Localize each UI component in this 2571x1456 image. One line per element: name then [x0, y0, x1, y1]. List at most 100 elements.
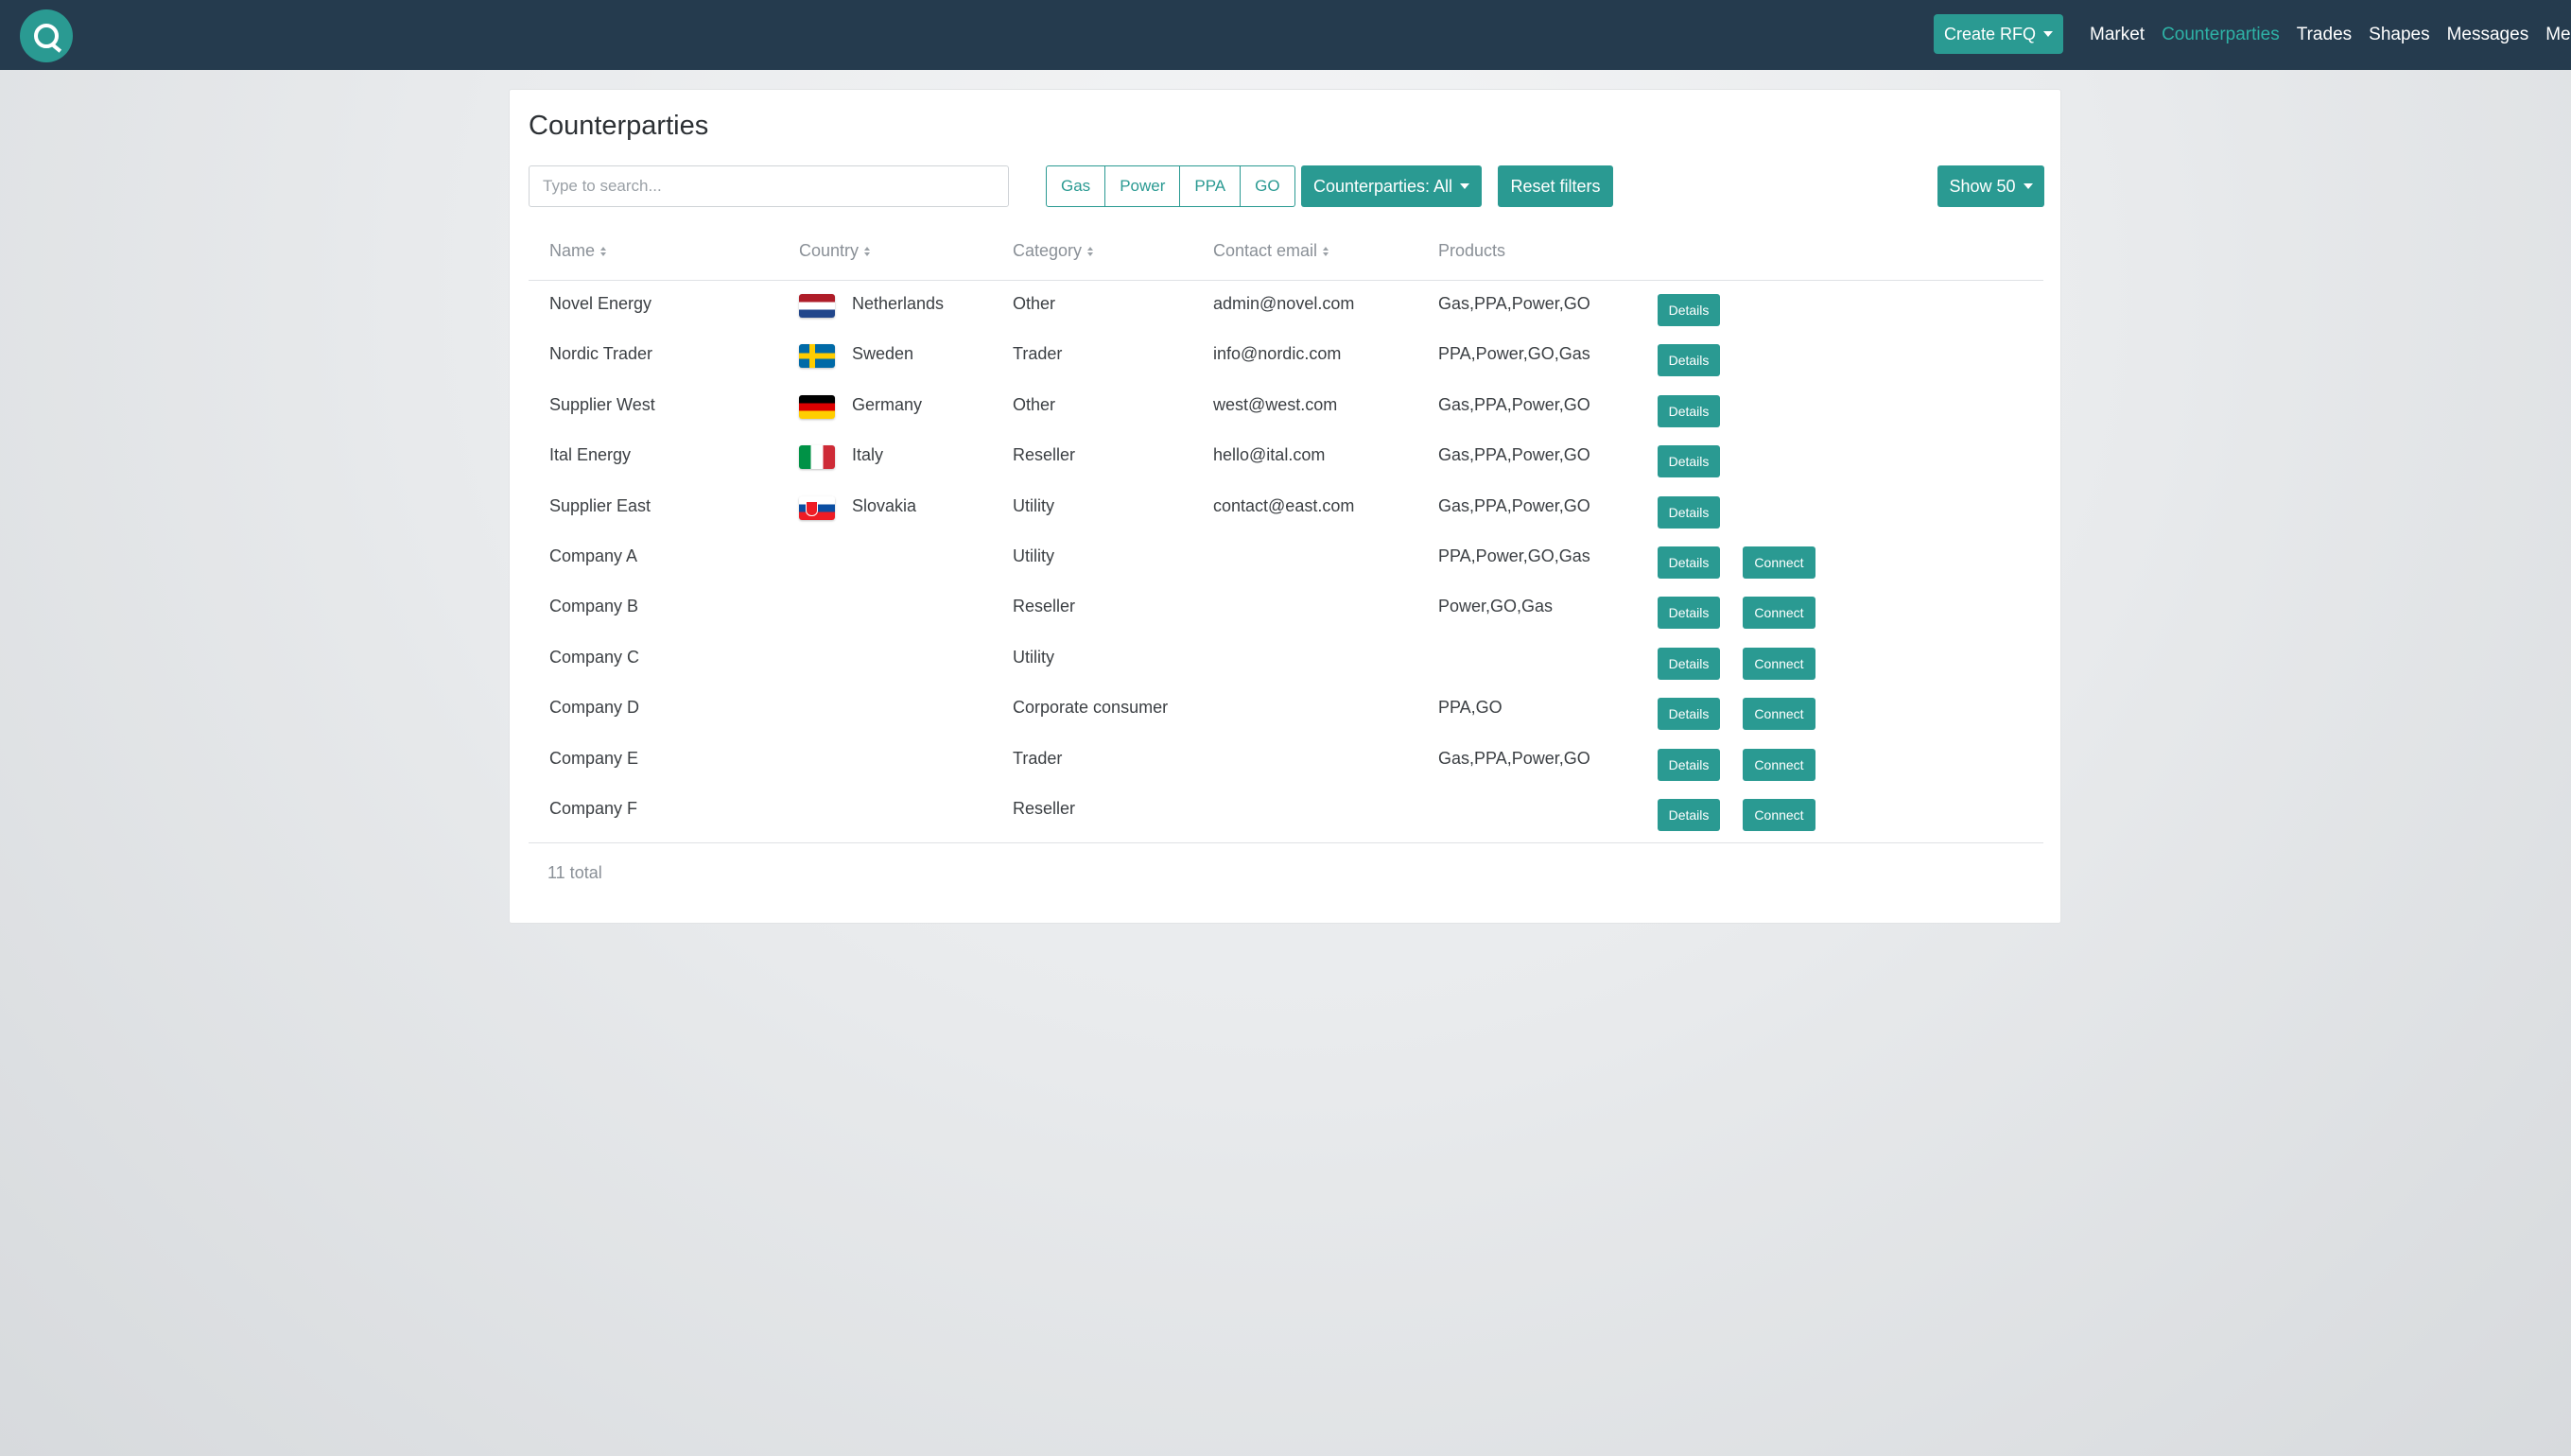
cell-products: Gas,PPA,Power,GO — [1438, 445, 1590, 465]
flag-sk-icon — [799, 495, 835, 520]
details-button[interactable]: Details — [1658, 445, 1720, 478]
details-button[interactable]: Details — [1658, 698, 1720, 731]
counterparties-filter-label: Counterparties: All — [1312, 176, 1453, 196]
show-count-label: Show 50 — [1949, 176, 2016, 196]
caret-down-icon — [1460, 183, 1470, 189]
nav-link-me[interactable]: Me — [2545, 25, 2570, 45]
cell-email: west@west.com — [1213, 394, 1338, 414]
cell-country: Italy — [852, 445, 884, 465]
nav-link-shapes[interactable]: Shapes — [2369, 25, 2429, 45]
cell-name: Supplier East — [549, 495, 651, 515]
cell-category: Other — [1013, 294, 1056, 313]
column-header-label: Name — [549, 241, 596, 260]
nav-link-messages[interactable]: Messages — [2447, 25, 2529, 45]
cell-products: PPA,Power,GO,Gas — [1438, 344, 1590, 364]
product-filter-gas[interactable]: Gas — [1046, 165, 1106, 207]
table-row: Company C Utility Details Connect — [529, 635, 2043, 685]
details-button[interactable]: Details — [1658, 344, 1720, 377]
cell-name: Company A — [549, 546, 638, 565]
cell-category: Other — [1013, 394, 1056, 414]
table-row: Company A Utility PPA,Power,GO,Gas Details C… — [529, 534, 2043, 584]
nav-link-trades[interactable]: Trades — [2297, 25, 2352, 45]
cell-email: admin@novel.com — [1213, 294, 1355, 313]
table-row: Company D Corporate consumer PPA,GO Details… — [529, 685, 2043, 736]
column-header-label: Category — [1013, 241, 1083, 260]
table-footer-divider — [529, 842, 2043, 843]
counterparties-filter-dropdown[interactable]: Counterparties: All — [1301, 165, 1482, 207]
details-button[interactable]: Details — [1658, 294, 1720, 326]
sort-icon — [600, 246, 607, 256]
product-filter-ppa[interactable]: PPA — [1180, 165, 1242, 207]
create-rfq-button[interactable]: Create RFQ — [1934, 14, 2063, 54]
cell-category: Utility — [1013, 495, 1054, 515]
cell-category: Trader — [1013, 748, 1063, 768]
cell-category: Utility — [1013, 546, 1054, 565]
nav-link-market[interactable]: Market — [2090, 25, 2145, 45]
cell-category: Utility — [1013, 647, 1054, 667]
top-navbar: Create RFQ Market Counterparties Trades Sha… — [0, 0, 2571, 70]
column-header-products: Products — [1438, 241, 1505, 261]
column-header-name[interactable]: Name — [549, 241, 607, 261]
cell-category: Corporate consumer — [1013, 698, 1169, 718]
connect-button[interactable]: Connect — [1743, 748, 1815, 781]
caret-down-icon — [2043, 31, 2054, 37]
nav-links: Market Counterparties Trades Shapes Messages… — [2090, 0, 2571, 70]
details-button[interactable]: Details — [1658, 546, 1720, 579]
column-header-label: Country — [799, 241, 860, 260]
connect-button[interactable]: Connect — [1743, 698, 1815, 731]
cell-country: Sweden — [852, 344, 914, 364]
product-filter-go[interactable]: GO — [1241, 165, 1295, 207]
table-body: Novel Energy Netherlands Other admin@novel.… — [529, 282, 2043, 837]
table-header: Name Country Category Contact email Prod… — [529, 232, 2043, 281]
cell-email: contact@east.com — [1213, 495, 1355, 515]
search-input[interactable] — [529, 165, 1009, 207]
cell-name: Novel Energy — [549, 294, 652, 313]
connect-button[interactable]: Connect — [1743, 546, 1815, 579]
app-logo-icon[interactable] — [20, 9, 73, 62]
column-header-category[interactable]: Category — [1013, 241, 1094, 261]
details-button[interactable]: Details — [1658, 495, 1720, 529]
cell-country: Netherlands — [852, 294, 945, 313]
cell-products: PPA,Power,GO,Gas — [1438, 546, 1590, 565]
cell-products: Gas,PPA,Power,GO — [1438, 495, 1590, 515]
cell-country: Slovakia — [852, 495, 917, 515]
details-button[interactable]: Details — [1658, 597, 1720, 630]
flag-nl-icon — [799, 294, 835, 318]
cell-category: Reseller — [1013, 597, 1076, 616]
table-row: Novel Energy Netherlands Other admin@novel.… — [529, 282, 2043, 332]
column-header-label: Contact email — [1213, 241, 1318, 260]
cell-name: Company D — [549, 698, 640, 718]
cell-name: Nordic Trader — [549, 344, 653, 364]
caret-down-icon — [2023, 183, 2033, 189]
cell-name: Company E — [549, 748, 639, 768]
connect-button[interactable]: Connect — [1743, 647, 1815, 680]
cell-products: Power,GO,Gas — [1438, 597, 1554, 616]
details-button[interactable]: Details — [1658, 748, 1720, 781]
column-header-email[interactable]: Contact email — [1213, 241, 1329, 261]
show-count-dropdown[interactable]: Show 50 — [1937, 165, 2044, 207]
nav-link-counterparties[interactable]: Counterparties — [2162, 25, 2280, 45]
column-header-country[interactable]: Country — [799, 241, 871, 261]
product-filter-power[interactable]: Power — [1105, 165, 1181, 207]
cell-products: PPA,GO — [1438, 698, 1503, 718]
create-rfq-label: Create RFQ — [1943, 24, 2037, 43]
table-row: Company B Reseller Power,GO,Gas Details Conn… — [529, 584, 2043, 634]
cell-name: Company B — [549, 597, 639, 616]
details-button[interactable]: Details — [1658, 798, 1720, 831]
connect-button[interactable]: Connect — [1743, 597, 1815, 630]
column-header-label: Products — [1438, 241, 1506, 260]
cell-name: Ital Energy — [549, 445, 632, 465]
total-count: 11 total — [547, 863, 602, 882]
details-button[interactable]: Details — [1658, 647, 1720, 680]
cell-name: Supplier West — [549, 394, 655, 414]
product-filter-group: Gas Power PPA GO — [1046, 165, 1295, 207]
flag-de-icon — [799, 394, 835, 419]
cell-email: info@nordic.com — [1213, 344, 1342, 364]
details-button[interactable]: Details — [1658, 394, 1720, 427]
reset-filters-button[interactable]: Reset filters — [1498, 165, 1613, 207]
cell-category: Reseller — [1013, 798, 1076, 818]
sort-icon — [864, 246, 871, 256]
connect-button[interactable]: Connect — [1743, 798, 1815, 831]
cell-email: hello@ital.com — [1213, 445, 1326, 465]
cell-name: Company C — [549, 647, 640, 667]
